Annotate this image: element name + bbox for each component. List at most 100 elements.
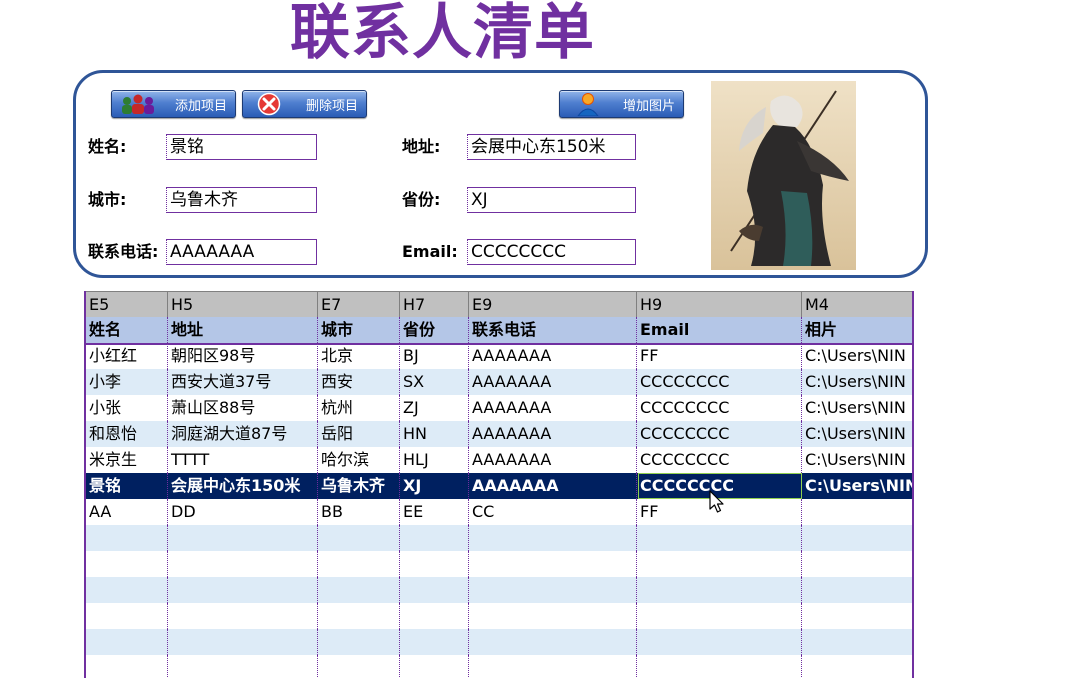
cell-email[interactable] <box>637 655 802 678</box>
cell-photo[interactable]: C:\Users\NIN <box>802 343 912 369</box>
cell-name[interactable] <box>86 629 168 655</box>
cell-address[interactable] <box>168 603 318 629</box>
cell-province[interactable]: HN <box>400 421 469 447</box>
cell-phone[interactable]: AAAAAAA <box>469 343 637 369</box>
cell-name[interactable]: 小红红 <box>86 343 168 369</box>
cell-address[interactable] <box>168 577 318 603</box>
table-row[interactable]: 和恩怡 洞庭湖大道87号 岳阳 HN AAAAAAA CCCCCCCC C:\Users\N… <box>86 421 912 447</box>
cell-phone[interactable]: AAAAAAA <box>469 447 637 473</box>
cell-city[interactable] <box>318 551 400 577</box>
cell-photo[interactable]: C:\Users\NIN <box>802 421 912 447</box>
cell-photo[interactable]: M4 <box>802 292 912 318</box>
cell-province[interactable] <box>400 525 469 551</box>
cell-address[interactable]: H5 <box>168 292 318 318</box>
cell-province[interactable]: XJ <box>400 473 469 499</box>
cell-address[interactable]: DD <box>168 499 318 525</box>
cell-phone[interactable]: CC <box>469 499 637 525</box>
cell-province[interactable] <box>400 629 469 655</box>
table-row[interactable] <box>86 629 912 655</box>
cell-province[interactable]: ZJ <box>400 395 469 421</box>
cell-email[interactable] <box>637 629 802 655</box>
cell-city[interactable] <box>318 525 400 551</box>
address-field[interactable]: 会展中心东150米 <box>467 134 636 160</box>
cell-province[interactable]: HLJ <box>400 447 469 473</box>
cell-email[interactable]: Email <box>637 317 802 343</box>
cell-city[interactable]: E7 <box>318 292 400 318</box>
cell-phone[interactable] <box>469 655 637 678</box>
cell-photo[interactable] <box>802 499 912 525</box>
cell-reference-row[interactable]: E5 H5 E7 H7 E9 H9 M4 <box>86 291 912 319</box>
table-row[interactable]: 米京生 TTTT 哈尔滨 HLJ AAAAAAA CCCCCCCC C:\Users\NIN <box>86 447 912 473</box>
cell-city[interactable]: BB <box>318 499 400 525</box>
table-row[interactable]: 小张 萧山区88号 杭州 ZJ AAAAAAA CCCCCCCC C:\Users\NIN <box>86 395 912 421</box>
cell-email[interactable]: FF <box>637 343 802 369</box>
cell-name[interactable] <box>86 577 168 603</box>
cell-address[interactable]: 萧山区88号 <box>168 395 318 421</box>
cell-phone[interactable] <box>469 603 637 629</box>
delete-item-button[interactable]: 删除项目 <box>242 90 367 118</box>
cell-photo[interactable]: 相片 <box>802 317 912 343</box>
cell-phone[interactable] <box>469 577 637 603</box>
cell-name[interactable]: 小李 <box>86 369 168 395</box>
cell-name[interactable]: 姓名 <box>86 317 168 343</box>
cell-address[interactable]: 会展中心东150米 <box>168 473 318 499</box>
cell-name[interactable] <box>86 655 168 678</box>
cell-photo[interactable] <box>802 655 912 678</box>
cell-address[interactable]: 地址 <box>168 317 318 343</box>
table-header-row[interactable]: 姓名 地址 城市 省份 联系电话 Email 相片 <box>86 317 912 345</box>
add-image-button[interactable]: 增加图片 <box>559 90 684 118</box>
add-item-button[interactable]: 添加项目 <box>111 90 236 118</box>
table-row[interactable] <box>86 603 912 629</box>
cell-phone[interactable] <box>469 629 637 655</box>
cell-email[interactable] <box>637 577 802 603</box>
cell-email[interactable]: CCCCCCCC <box>637 395 802 421</box>
cell-city[interactable]: 岳阳 <box>318 421 400 447</box>
cell-address[interactable]: 朝阳区98号 <box>168 343 318 369</box>
table-row[interactable]: AA DD BB EE CC FF <box>86 499 912 525</box>
cell-city[interactable]: 乌鲁木齐 <box>318 473 400 499</box>
cell-address[interactable]: TTTT <box>168 447 318 473</box>
cell-city[interactable]: 北京 <box>318 343 400 369</box>
cell-city[interactable] <box>318 655 400 678</box>
cell-email[interactable] <box>637 525 802 551</box>
cell-phone[interactable]: AAAAAAA <box>469 473 637 499</box>
table-row[interactable]: 小红红 朝阳区98号 北京 BJ AAAAAAA FF C:\Users\NIN <box>86 343 912 369</box>
cell-name[interactable]: AA <box>86 499 168 525</box>
cell-name[interactable]: 小张 <box>86 395 168 421</box>
cell-address[interactable]: 西安大道37号 <box>168 369 318 395</box>
table-row[interactable]: 小李 西安大道37号 西安 SX AAAAAAA CCCCCCCC C:\Users\NIN <box>86 369 912 395</box>
cell-name[interactable]: 景铭 <box>86 473 168 499</box>
cell-province[interactable]: H7 <box>400 292 469 318</box>
cell-address[interactable] <box>168 629 318 655</box>
cell-phone[interactable]: AAAAAAA <box>469 369 637 395</box>
cell-phone[interactable]: E9 <box>469 292 637 318</box>
cell-city[interactable] <box>318 577 400 603</box>
cell-photo[interactable] <box>802 603 912 629</box>
cell-photo[interactable] <box>802 525 912 551</box>
province-field[interactable]: XJ <box>467 187 636 213</box>
cell-phone[interactable]: AAAAAAA <box>469 395 637 421</box>
cell-email[interactable] <box>637 603 802 629</box>
cell-province[interactable] <box>400 603 469 629</box>
cell-city[interactable] <box>318 603 400 629</box>
cell-name[interactable]: 和恩怡 <box>86 421 168 447</box>
email-field[interactable]: CCCCCCCC <box>467 239 636 265</box>
cell-city[interactable] <box>318 629 400 655</box>
city-field[interactable]: 乌鲁木齐 <box>166 187 317 213</box>
cell-phone[interactable]: 联系电话 <box>469 317 637 343</box>
cell-email[interactable] <box>637 551 802 577</box>
cell-photo[interactable] <box>802 577 912 603</box>
cell-photo[interactable] <box>802 551 912 577</box>
cell-photo[interactable]: C:\Users\NIN <box>802 447 912 473</box>
cell-name[interactable] <box>86 603 168 629</box>
cell-name[interactable]: 米京生 <box>86 447 168 473</box>
phone-field[interactable]: AAAAAAA <box>166 239 317 265</box>
cell-address[interactable]: 洞庭湖大道87号 <box>168 421 318 447</box>
cell-province[interactable] <box>400 551 469 577</box>
cell-province[interactable] <box>400 577 469 603</box>
cell-phone[interactable] <box>469 551 637 577</box>
cell-name[interactable]: E5 <box>86 292 168 318</box>
cell-city[interactable]: 城市 <box>318 317 400 343</box>
cell-name[interactable] <box>86 525 168 551</box>
cell-province[interactable]: BJ <box>400 343 469 369</box>
